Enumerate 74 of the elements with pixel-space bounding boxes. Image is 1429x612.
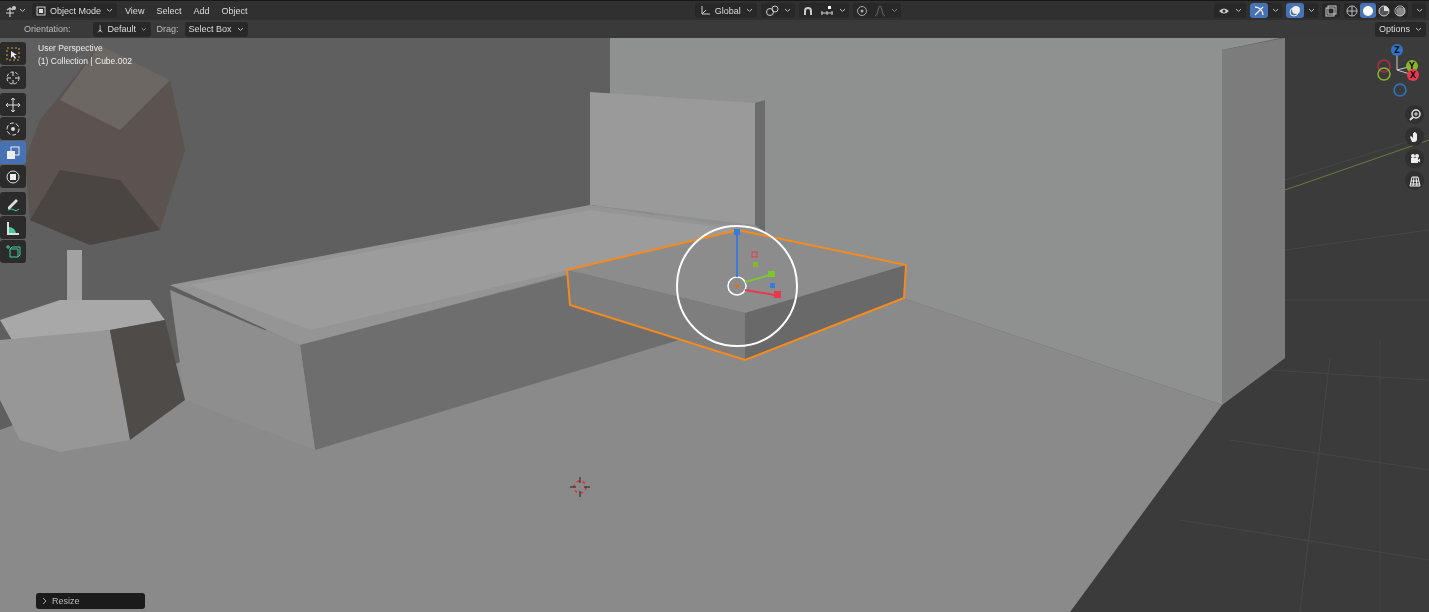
grid-icon xyxy=(1408,174,1421,187)
axes-icon xyxy=(96,23,104,35)
object-info-text: (1) Collection | Cube.002 xyxy=(38,56,132,66)
tool-button[interactable] xyxy=(0,192,26,215)
menu-item[interactable]: View xyxy=(121,3,149,18)
shading-mode-button[interactable] xyxy=(1376,3,1392,18)
menu-item[interactable]: Object xyxy=(217,3,252,18)
caret-icon xyxy=(236,26,244,32)
scale-gizmo-drawing[interactable] xyxy=(676,225,798,347)
options-dropdown[interactable]: Options xyxy=(1374,21,1426,37)
linked-circles-icon xyxy=(764,4,779,17)
caret-icon xyxy=(141,26,147,32)
orientation-dropdown[interactable]: Default xyxy=(92,21,151,37)
gizmo-icon xyxy=(1253,4,1265,17)
material-sphere-icon xyxy=(1378,4,1390,17)
drag-label: Drag: xyxy=(156,24,179,34)
transform-orientation-dropdown[interactable]: Global xyxy=(694,3,757,18)
shading-mode-button[interactable] xyxy=(1344,3,1360,18)
tool-button[interactable] xyxy=(0,42,26,65)
caret-icon xyxy=(1272,8,1279,13)
tool-button[interactable] xyxy=(0,165,26,188)
shading-mode-button[interactable] xyxy=(1392,3,1408,18)
select-box-icon xyxy=(5,45,21,62)
tool-button[interactable] xyxy=(0,93,26,116)
solid-sphere-icon xyxy=(1362,4,1374,17)
editor-type-icon xyxy=(5,4,16,17)
crosshair-icon xyxy=(5,69,21,86)
visibility-dropdown[interactable] xyxy=(1214,3,1246,18)
3d-cursor-icon xyxy=(569,476,591,498)
caret-icon xyxy=(1235,8,1242,13)
gizmo-toggle[interactable] xyxy=(1250,3,1268,18)
rendered-sphere-icon xyxy=(1394,4,1406,17)
add-cube-icon xyxy=(5,243,21,260)
last-operator-panel[interactable]: Resize xyxy=(36,593,145,609)
overlays-toggle[interactable] xyxy=(1286,3,1304,18)
axes-icon xyxy=(698,4,711,17)
transform-icon xyxy=(5,168,21,185)
caret-icon xyxy=(1415,26,1422,32)
camera-icon xyxy=(1408,152,1421,165)
menu-item[interactable]: Select xyxy=(152,3,186,18)
shading-dropdown[interactable] xyxy=(1412,3,1426,18)
object-mode-icon xyxy=(36,5,46,16)
ruler-icon xyxy=(5,219,21,236)
caret-icon xyxy=(19,8,26,13)
target-circle-icon xyxy=(855,4,868,17)
caret-icon xyxy=(106,8,114,13)
magnifier-icon xyxy=(1408,108,1421,121)
wireframe-sphere-icon xyxy=(1346,4,1358,17)
tool-button[interactable] xyxy=(0,66,26,89)
caret-icon xyxy=(838,8,846,13)
view-name-text: User Perspective xyxy=(38,43,104,53)
tool-button[interactable] xyxy=(0,117,26,140)
magnet-icon xyxy=(801,4,814,17)
caret-icon xyxy=(783,8,791,13)
caret-icon xyxy=(1308,8,1315,13)
mode-dropdown[interactable]: Object Mode xyxy=(32,3,118,18)
overlays-icon xyxy=(1289,4,1301,17)
xray-toggle[interactable] xyxy=(1322,3,1340,18)
orientation-label: Orientation: xyxy=(24,24,71,34)
scale-icon xyxy=(5,144,21,161)
xray-icon xyxy=(1325,4,1337,17)
rotate-icon xyxy=(5,120,21,137)
tool-button[interactable] xyxy=(0,216,26,239)
move-arrows-icon xyxy=(5,96,21,113)
increment-icon xyxy=(819,4,834,17)
navigation-gizmo-drawing[interactable]: Z Y X xyxy=(1371,42,1427,102)
pivot-point-dropdown[interactable] xyxy=(760,3,795,18)
menu-item[interactable]: Add xyxy=(189,3,214,18)
caret-icon xyxy=(745,8,753,13)
caret-icon xyxy=(890,8,898,13)
drag-dropdown[interactable]: Select Box xyxy=(184,21,248,37)
caret-icon xyxy=(1416,8,1423,13)
falloff-curve-icon xyxy=(873,4,886,17)
shading-mode-button[interactable] xyxy=(1360,3,1376,18)
